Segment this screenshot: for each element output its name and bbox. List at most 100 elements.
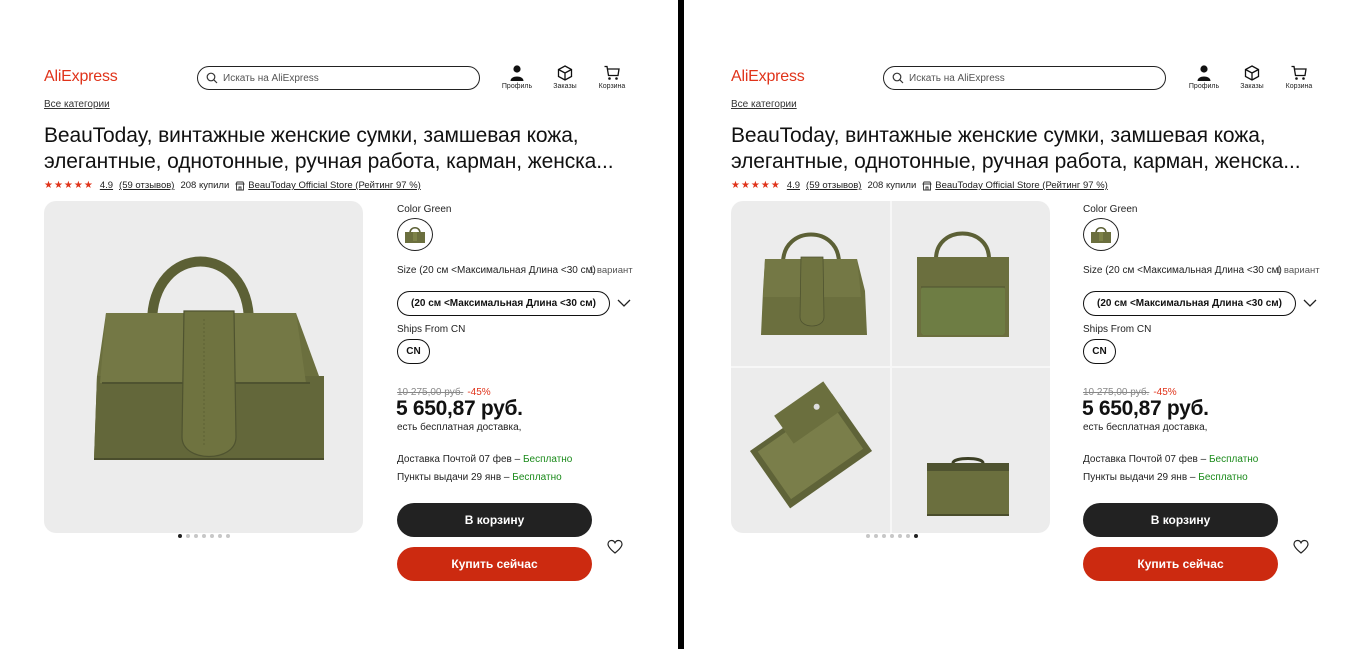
reviews-link[interactable]: (59 отзывов)	[806, 180, 861, 191]
cart-icon	[1291, 65, 1307, 80]
size-option-button[interactable]: (20 см <Максимальная Длина <30 см)	[397, 291, 610, 316]
chevron-down-icon[interactable]	[617, 298, 631, 308]
delivery-post-cost: Бесплатно	[522, 454, 573, 465]
product-image-gallery[interactable]	[44, 201, 363, 533]
store-link[interactable]: BeauToday Official Store (Рейтинг 97 %)	[248, 180, 421, 191]
delivery-post-row: Доставка Почтой 07 фев – Бесплатно	[1083, 454, 1258, 465]
rating-row: ★★★★★ 4.9 (59 отзывов) 208 купили BeauTo…	[731, 180, 1108, 191]
search-icon	[206, 72, 218, 84]
gallery-dot-2[interactable]	[186, 534, 190, 538]
search-bar[interactable]	[197, 66, 480, 90]
product-image-gallery[interactable]	[731, 201, 1050, 533]
profile-button[interactable]: Профиль	[1184, 64, 1224, 90]
swatch-bag-thumbnail	[405, 226, 425, 243]
store-icon	[235, 181, 246, 190]
orders-icon	[557, 65, 573, 81]
delivery-pickup-cost: Бесплатно	[512, 472, 562, 483]
delivery-post-cost: Бесплатно	[1208, 454, 1259, 465]
gallery-dots	[684, 534, 1100, 538]
heart-icon[interactable]	[607, 539, 623, 555]
breadcrumb-all-categories[interactable]: Все категории	[731, 99, 797, 110]
search-input[interactable]	[909, 72, 1149, 84]
chevron-down-icon[interactable]	[1303, 298, 1317, 308]
gallery-dot-5[interactable]	[210, 534, 214, 538]
add-to-cart-button[interactable]: В корзину	[1083, 503, 1278, 537]
product-image-bag-front	[94, 256, 324, 460]
breadcrumb-all-categories[interactable]: Все категории	[44, 99, 110, 110]
free-shipping-note: есть бесплатная доставка,	[397, 422, 522, 433]
rating-value[interactable]: 4.9	[787, 180, 800, 191]
gallery-dot-5[interactable]	[898, 534, 902, 538]
current-price: 5 650,87 руб.	[396, 397, 523, 420]
delivery-pickup-cost: Бесплатно	[1198, 472, 1248, 483]
delivery-post-text: Доставка Почтой 07 фев –	[397, 454, 521, 465]
gallery-dot-4[interactable]	[202, 534, 206, 538]
product-title: BeauToday, винтажные женские сумки, замш…	[731, 124, 1301, 173]
gallery-dot-3[interactable]	[882, 534, 886, 538]
ships-from-label: Ships From CN	[1083, 324, 1152, 335]
aliexpress-logo[interactable]: AliExpress	[44, 68, 118, 86]
add-to-cart-button[interactable]: В корзину	[397, 503, 592, 537]
orders-label: Заказы	[1240, 83, 1264, 90]
profile-icon	[1197, 65, 1211, 81]
color-label: Color Green	[397, 204, 452, 215]
product-title: BeauToday, винтажные женские сумки, замш…	[44, 124, 614, 173]
color-label: Color Green	[1083, 204, 1138, 215]
store-icon	[922, 181, 933, 190]
orders-label: Заказы	[553, 83, 577, 90]
buy-now-button[interactable]: Купить сейчас	[1083, 547, 1278, 581]
rating-value[interactable]: 4.9	[100, 180, 113, 191]
profile-label: Профиль	[1188, 83, 1220, 90]
store-link[interactable]: BeauToday Official Store (Рейтинг 97 %)	[935, 180, 1108, 191]
size-variants-count: 1 вариант	[1276, 265, 1320, 276]
product-panel-left: AliExpress Профиль Заказы Корзина Все ка…	[0, 0, 678, 649]
gallery-dot-7[interactable]	[914, 534, 918, 538]
gallery-dots	[0, 534, 408, 538]
cart-label: Корзина	[598, 83, 626, 90]
size-option-button[interactable]: (20 см <Максимальная Длина <30 см)	[1083, 291, 1296, 316]
orders-button[interactable]: Заказы	[1232, 64, 1272, 90]
reviews-link[interactable]: (59 отзывов)	[119, 180, 174, 191]
ships-from-option-button[interactable]: CN	[397, 339, 430, 364]
orders-icon	[1244, 65, 1260, 81]
free-shipping-note: есть бесплатная доставка,	[1083, 422, 1208, 433]
profile-button[interactable]: Профиль	[497, 64, 537, 90]
ships-from-option-button[interactable]: CN	[1083, 339, 1116, 364]
search-icon	[892, 72, 904, 84]
sold-count: 208 купили	[180, 180, 230, 191]
search-bar[interactable]	[883, 66, 1166, 90]
rating-stars: ★★★★★	[44, 180, 94, 191]
orders-button[interactable]: Заказы	[545, 64, 585, 90]
search-input[interactable]	[223, 72, 463, 84]
delivery-post-text: Доставка Почтой 07 фев –	[1083, 454, 1207, 465]
gallery-dot-1[interactable]	[178, 534, 182, 538]
gallery-dot-4[interactable]	[890, 534, 894, 538]
heart-icon[interactable]	[1293, 539, 1309, 555]
rating-stars: ★★★★★	[731, 180, 781, 191]
gallery-dot-3[interactable]	[194, 534, 198, 538]
gallery-dot-7[interactable]	[226, 534, 230, 538]
buy-now-button[interactable]: Купить сейчас	[397, 547, 592, 581]
profile-label: Профиль	[501, 83, 533, 90]
sold-count: 208 купили	[867, 180, 917, 191]
product-panel-right: AliExpress Профиль Заказы Корзина Все ка…	[684, 0, 1360, 649]
delivery-pickup-text: Пункты выдачи 29 янв –	[1083, 472, 1196, 483]
cart-label: Корзина	[1285, 83, 1313, 90]
gallery-dot-2[interactable]	[874, 534, 878, 538]
profile-icon	[510, 65, 524, 81]
aliexpress-logo[interactable]: AliExpress	[731, 68, 805, 86]
gallery-dot-6[interactable]	[906, 534, 910, 538]
size-variants-count: 1 вариант	[589, 265, 633, 276]
swatch-bag-thumbnail	[1091, 226, 1111, 243]
delivery-post-row: Доставка Почтой 07 фев – Бесплатно	[397, 454, 572, 465]
color-swatch-green[interactable]	[397, 218, 433, 251]
ships-from-label: Ships From CN	[397, 324, 466, 335]
cart-button[interactable]: Корзина	[1279, 64, 1319, 90]
delivery-pickup-row: Пункты выдачи 29 янв – Бесплатно	[397, 472, 562, 483]
gallery-dot-1[interactable]	[866, 534, 870, 538]
color-swatch-green[interactable]	[1083, 218, 1119, 251]
product-image-bag-grid	[731, 201, 1050, 533]
cart-button[interactable]: Корзина	[592, 64, 632, 90]
gallery-dot-6[interactable]	[218, 534, 222, 538]
current-price: 5 650,87 руб.	[1082, 397, 1209, 420]
